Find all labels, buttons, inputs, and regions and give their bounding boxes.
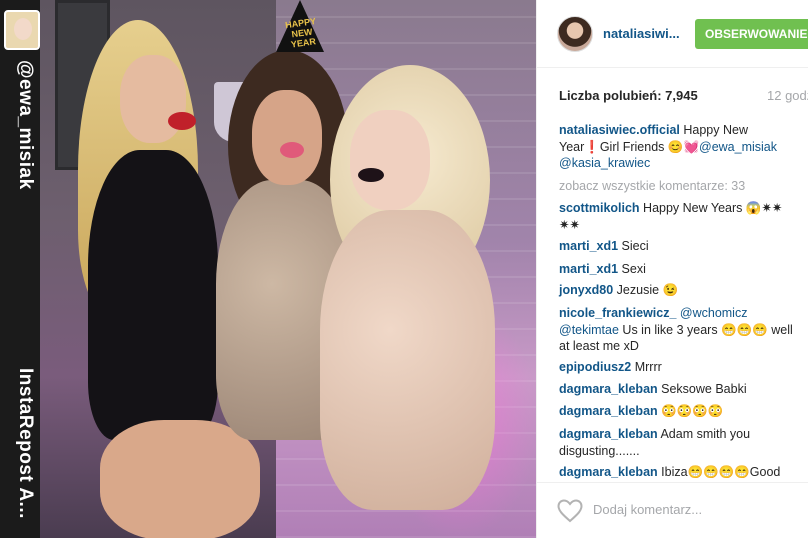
post-username[interactable]: nataliasiwi... [603,26,680,41]
view-all-comments-link[interactable]: zobacz wszystkie komentarze: 33 [559,178,805,195]
comment-text: Ibiza😁😁😁😁Good [657,465,781,479]
list-item: scottmikolich Happy New Years 😱✷✷ ✷✷ [559,200,805,233]
list-item: dagmara_kleban Seksowe Babki [559,381,805,398]
person-right-face [350,110,430,210]
caption-username[interactable]: nataliasiwiec.official [559,123,680,137]
caption-mention[interactable]: @ewa_misiak [699,140,777,154]
list-item: marti_xd1 Sieci [559,238,805,255]
follow-button[interactable]: OBSERWOWANIE [695,19,808,49]
add-comment-input[interactable]: Dodaj komentarz... [593,502,702,517]
list-item: dagmara_kleban 😳😳😳😳 [559,403,805,420]
lips-prop [280,142,304,158]
list-item: dagmara_kleban Adam smith you disgusting… [559,426,805,459]
post-timestamp[interactable]: 12 godz. [767,88,808,103]
comment-username[interactable]: marti_xd1 [559,239,618,253]
list-item: jonyxd80 Jezusie 😉 [559,282,805,299]
comment-text: Sexi [618,262,646,276]
post-photo[interactable]: HAPPY NEW YEAR @ewa_misiak InstaRepost A… [0,0,536,538]
comment-username[interactable]: jonyxd80 [559,283,613,297]
repost-handle: @ewa_misiak [15,60,36,190]
person-left-dress [88,150,218,440]
post-sidebar: nataliasiwi... OBSERWOWANIE Liczba polub… [536,0,808,538]
heart-icon[interactable] [557,499,583,523]
person-left-face [120,55,186,143]
person-right-dress [320,210,495,510]
list-item: nicole_frankiewicz_ @wchomicz @tekimtae U… [559,305,805,355]
comment-username[interactable]: dagmara_kleban [559,404,658,418]
comment-text: Seksowe Babki [657,382,747,396]
list-item: marti_xd1 Sexi [559,261,805,278]
comment-mention[interactable]: @tekimtae [559,323,619,337]
post-header: nataliasiwi... OBSERWOWANIE [537,0,808,68]
comment-text: Sieci [618,239,649,253]
comment-username[interactable]: marti_xd1 [559,262,618,276]
party-hat-text: HAPPY NEW YEAR [284,15,317,50]
repost-credit: InstaRepost A... [15,368,36,519]
comment-mention[interactable]: @wchomicz [676,306,748,320]
avatar[interactable] [557,16,593,52]
person-left-legs [100,420,260,538]
comment-text: Jezusie 😉 [613,283,679,297]
lips-prop [168,112,196,130]
comment-text: Mrrrr [631,360,662,374]
post-footer: Dodaj komentarz... [537,482,808,538]
comment-username[interactable]: dagmara_kleban [559,427,658,441]
comment-text: 😳😳😳😳 [657,404,724,418]
person-right-lips [358,168,384,182]
list-item: dagmara_kleban Ibiza😁😁😁😁Good [559,464,805,481]
comment-username[interactable]: nicole_frankiewicz_ [559,306,676,320]
comment-username[interactable]: dagmara_kleban [559,382,658,396]
comment-username[interactable]: dagmara_kleban [559,465,658,479]
repost-avatar [4,10,40,50]
person-middle-face [252,90,322,185]
comment-username[interactable]: scottmikolich [559,201,640,215]
repost-overlay: @ewa_misiak InstaRepost A... [0,0,40,538]
caption: nataliasiwiec.official Happy New Year❗Gi… [559,122,805,172]
comment-username[interactable]: epipodiusz2 [559,360,631,374]
list-item: epipodiusz2 Mrrrr [559,359,805,376]
caption-mention[interactable]: @kasia_krawiec [559,156,650,170]
likes-count[interactable]: Liczba polubień: 7,945 [559,88,698,103]
